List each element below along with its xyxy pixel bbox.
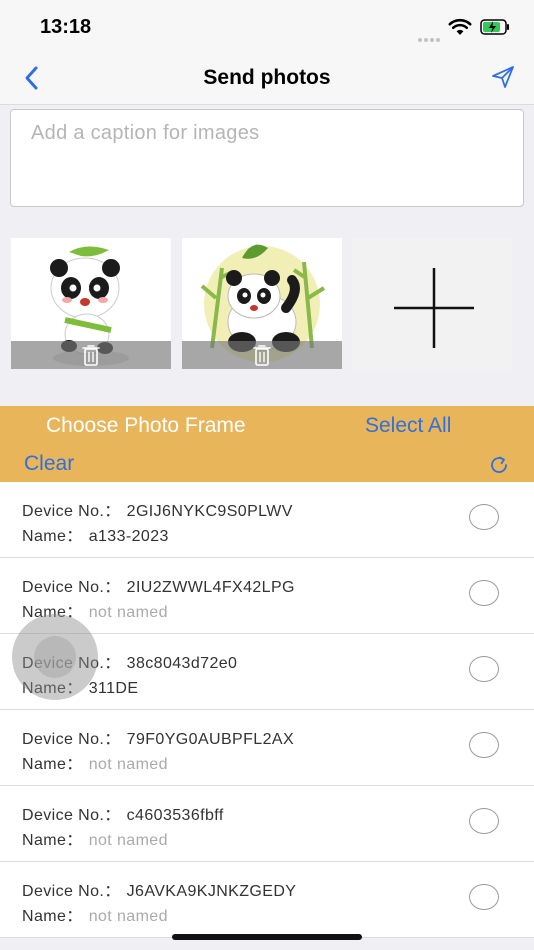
device-name-value: 311DE <box>88 680 139 697</box>
device-select-radio[interactable] <box>469 732 499 758</box>
photo-frame-bar: Choose Photo Frame Select All Clear <box>0 406 534 482</box>
device-no-value: 38c8043d72e0 <box>126 655 238 672</box>
device-no-value: 2IU2ZWWL4FX42LPG <box>126 579 295 596</box>
photo-thumbnail[interactable] <box>11 238 171 369</box>
name-label: Name： <box>22 756 83 773</box>
device-select-radio[interactable] <box>469 656 499 682</box>
device-no-label: Device No.： <box>22 503 121 520</box>
name-label: Name： <box>22 604 83 621</box>
name-label: Name： <box>22 680 83 697</box>
device-row[interactable]: Device No.： 2GIJ6NYKC9S0PLWV Name： a133-20… <box>0 482 534 558</box>
status-time: 13:18 <box>40 16 92 38</box>
device-no-value: 2GIJ6NYKC9S0PLWV <box>126 503 293 520</box>
choose-photo-frame-label: Choose Photo Frame <box>46 414 246 437</box>
delete-bar[interactable] <box>11 341 171 369</box>
device-name-value: not named <box>88 756 168 773</box>
battery-charging-icon <box>480 19 509 35</box>
status-bar: 13:18 <box>0 0 534 52</box>
caption-placeholder: Add a caption for images <box>31 122 260 144</box>
navigation-bar: Send photos <box>0 52 534 105</box>
delete-bar[interactable] <box>182 341 342 369</box>
name-label: Name： <box>22 908 83 925</box>
device-select-radio[interactable] <box>469 808 499 834</box>
refresh-icon[interactable] <box>488 454 510 476</box>
plus-icon <box>394 268 474 348</box>
home-indicator <box>172 934 362 940</box>
add-photo-button[interactable] <box>352 238 512 369</box>
photo-thumbnail[interactable] <box>182 238 342 369</box>
device-no-value: 79F0YG0AUBPFL2AX <box>126 731 295 748</box>
device-row[interactable]: Device No.： J6AVKA9KJNKZGEDY Name： not nam… <box>0 862 534 938</box>
device-list: Device No.： 2GIJ6NYKC9S0PLWV Name： a133-20… <box>0 482 534 938</box>
device-no-label: Device No.： <box>22 655 121 672</box>
photo-grid <box>0 238 534 370</box>
device-name-value: not named <box>88 604 168 621</box>
device-row[interactable]: Device No.： c4603536fbff Name： not named <box>0 786 534 862</box>
device-no-label: Device No.： <box>22 807 121 824</box>
wifi-icon <box>448 18 472 35</box>
device-select-radio[interactable] <box>469 884 499 910</box>
name-label: Name： <box>22 832 83 849</box>
select-all-button[interactable]: Select All <box>365 414 451 438</box>
name-label: Name： <box>22 528 83 545</box>
device-select-radio[interactable] <box>469 580 499 606</box>
page-title: Send photos <box>203 66 331 89</box>
device-name-value: a133-2023 <box>88 528 169 545</box>
paper-plane-icon[interactable] <box>490 64 516 90</box>
device-name-value: not named <box>88 832 168 849</box>
device-row[interactable]: Device No.： 38c8043d72e0 Name： 311DE <box>0 634 534 710</box>
device-name-value: not named <box>88 908 168 925</box>
cellular-signal-icon <box>418 29 446 42</box>
device-no-label: Device No.： <box>22 579 121 596</box>
device-row[interactable]: Device No.： 2IU2ZWWL4FX42LPG Name： not nam… <box>0 558 534 634</box>
caption-input[interactable]: Add a caption for images <box>10 109 524 207</box>
device-no-label: Device No.： <box>22 731 121 748</box>
clear-button[interactable]: Clear <box>24 452 74 476</box>
device-row[interactable]: Device No.： 79F0YG0AUBPFL2AX Name： not nam… <box>0 710 534 786</box>
trash-icon[interactable] <box>252 343 272 367</box>
device-no-label: Device No.： <box>22 883 121 900</box>
device-no-value: c4603536fbff <box>126 807 224 824</box>
device-select-radio[interactable] <box>469 504 499 530</box>
device-no-value: J6AVKA9KJNKZGEDY <box>126 883 297 900</box>
trash-icon[interactable] <box>81 343 101 367</box>
